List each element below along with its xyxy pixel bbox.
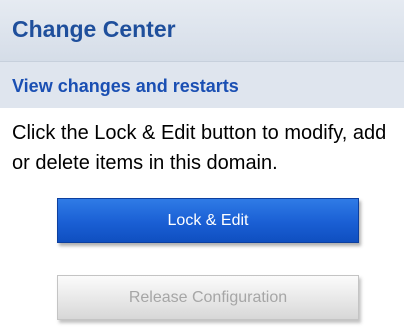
panel-header: Change Center — [0, 0, 404, 62]
lock-edit-instructions: Click the Lock & Edit button to modify, … — [12, 122, 387, 174]
change-center-panel: Change Center View changes and restarts … — [0, 0, 404, 328]
section-header: View changes and restarts — [0, 62, 404, 108]
view-changes-link[interactable]: View changes and restarts — [12, 76, 239, 97]
release-configuration-button: Release Configuration — [57, 275, 359, 320]
panel-title: Change Center — [12, 16, 176, 42]
lock-edit-button[interactable]: Lock & Edit — [57, 198, 359, 243]
